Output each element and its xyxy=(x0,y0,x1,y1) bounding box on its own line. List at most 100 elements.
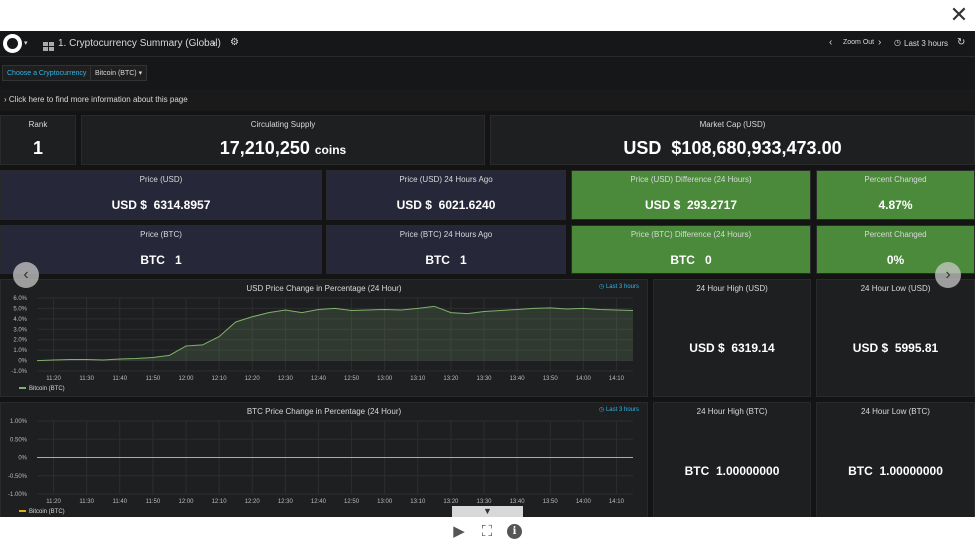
usd-price-change-panel[interactable]: USD Price Change in Percentage (24 Hour)… xyxy=(0,279,648,397)
x-tick-label: 13:20 xyxy=(443,499,459,505)
x-tick-label: 11:40 xyxy=(112,499,127,505)
series-area xyxy=(37,306,633,361)
close-icon[interactable]: ✕ xyxy=(948,4,970,26)
percent-changed-usd-value: 4.87% xyxy=(878,198,913,212)
previous-slide-arrow-icon[interactable]: ‹ xyxy=(13,262,39,288)
high-btc-panel[interactable]: 24 Hour High (BTC) BTC 1.00000000 xyxy=(653,402,811,517)
percent-changed-usd-panel[interactable]: Percent Changed 4.87% xyxy=(816,170,975,220)
price-usd-diff-panel[interactable]: Price (USD) Difference (24 Hours) USD $ … xyxy=(571,170,811,220)
price-usd-value: 6314.8957 xyxy=(153,198,211,212)
dashboard-title[interactable]: 1. Cryptocurrency Summary (Global) xyxy=(58,38,221,49)
circulating-supply-panel[interactable]: Circulating Supply 17,210,250 coins xyxy=(81,115,485,165)
price-usd-value-wrap: USD $ 6314.8957 xyxy=(1,198,321,212)
market-cap-panel[interactable]: Market Cap (USD) USD $108,680,933,473.00 xyxy=(490,115,975,165)
info-icon[interactable]: i xyxy=(507,524,522,539)
legend-label: Bitcoin (BTC) xyxy=(29,386,65,392)
rank-value: 1 xyxy=(32,138,43,158)
x-tick-label: 13:10 xyxy=(410,376,426,382)
price-btc-24h-panel[interactable]: Price (BTC) 24 Hours Ago BTC 1 xyxy=(326,225,566,274)
price-btc-diff-panel[interactable]: Price (BTC) Difference (24 Hours) BTC 0 xyxy=(571,225,811,274)
top-navbar: ▾ 1. Cryptocurrency Summary (Global) ▾ ⚙… xyxy=(0,31,975,57)
price-btc-diff-prefix: BTC xyxy=(670,253,695,267)
x-tick-label: 13:50 xyxy=(543,376,559,382)
price-usd-diff-value-wrap: USD $ 293.2717 xyxy=(572,198,810,212)
x-tick-label: 13:50 xyxy=(543,499,559,505)
y-tick-label: 0.50% xyxy=(10,437,28,443)
panel-title: Circulating Supply xyxy=(250,120,316,129)
collapse-toggle-chevron-icon[interactable]: ▼ xyxy=(452,506,523,517)
supply-value: 17,210,250 xyxy=(219,138,310,158)
high-usd-value-wrap: USD $ 6319.14 xyxy=(654,341,810,355)
x-tick-label: 13:30 xyxy=(476,499,492,505)
x-tick-label: 12:00 xyxy=(178,499,194,505)
x-tick-label: 14:00 xyxy=(576,376,592,382)
next-slide-arrow-icon[interactable]: › xyxy=(935,262,961,288)
x-tick-label: 12:20 xyxy=(245,376,261,382)
x-tick-label: 13:40 xyxy=(510,499,526,505)
low-btc-value: 1.00000000 xyxy=(879,464,943,478)
x-tick-label: 12:30 xyxy=(278,376,294,382)
refresh-icon[interactable]: ↻ xyxy=(957,37,965,48)
time-forward-chevron-icon[interactable]: › xyxy=(878,37,881,48)
settings-gear-icon[interactable]: ⚙ xyxy=(230,37,239,48)
x-tick-label: 11:30 xyxy=(79,499,94,505)
panel-title: Price (USD) Difference (24 Hours) xyxy=(630,175,752,184)
x-tick-label: 13:40 xyxy=(510,376,526,382)
dashboard-title-chevron-icon[interactable]: ▾ xyxy=(212,40,216,48)
high-usd-panel[interactable]: 24 Hour High (USD) USD $ 6319.14 xyxy=(653,279,811,397)
rank-panel[interactable]: Rank 1 xyxy=(0,115,76,165)
price-btc-value: 1 xyxy=(175,253,182,267)
y-tick-label: 2.0% xyxy=(13,338,27,344)
price-usd-24h-value: 6021.6240 xyxy=(438,198,496,212)
x-tick-label: 13:00 xyxy=(377,499,393,505)
x-tick-label: 11:20 xyxy=(46,499,61,505)
low-usd-panel[interactable]: 24 Hour Low (USD) USD $ 5995.81 xyxy=(816,279,975,397)
price-usd-24h-panel[interactable]: Price (USD) 24 Hours Ago USD $ 6021.6240 xyxy=(326,170,566,220)
low-usd-value-wrap: USD $ 5995.81 xyxy=(817,341,974,355)
low-btc-prefix: BTC xyxy=(848,464,873,478)
x-tick-label: 13:10 xyxy=(410,499,426,505)
price-usd-prefix: USD $ xyxy=(111,198,147,212)
x-tick-label: 13:30 xyxy=(476,376,492,382)
price-btc-diff-value: 0 xyxy=(705,253,712,267)
y-tick-label: 4.0% xyxy=(13,317,27,323)
price-btc-panel[interactable]: Price (BTC) BTC 1 xyxy=(0,225,322,274)
high-btc-value-wrap: BTC 1.00000000 xyxy=(654,464,810,478)
panel-title: 24 Hour Low (BTC) xyxy=(861,407,930,416)
zoom-out-button[interactable]: Zoom Out xyxy=(843,39,874,46)
y-tick-label: -1.0% xyxy=(11,369,27,375)
high-btc-prefix: BTC xyxy=(684,464,710,478)
fullscreen-icon[interactable]: ⛶ xyxy=(479,524,495,540)
y-tick-label: 6.0% xyxy=(13,296,27,302)
x-tick-label: 12:40 xyxy=(311,499,327,505)
x-tick-label: 11:30 xyxy=(79,376,94,382)
x-tick-label: 13:00 xyxy=(377,376,393,382)
grafana-logo-icon[interactable] xyxy=(3,34,22,53)
market-cap-value-wrap: USD $108,680,933,473.00 xyxy=(491,138,974,159)
x-tick-label: 14:10 xyxy=(609,499,625,505)
market-cap-value: $108,680,933,473.00 xyxy=(671,138,842,158)
x-tick-label: 11:50 xyxy=(146,499,161,505)
dashboard-grid-icon xyxy=(43,39,54,51)
supply-value-wrap: 17,210,250 coins xyxy=(82,138,484,159)
low-btc-panel[interactable]: 24 Hour Low (BTC) BTC 1.00000000 xyxy=(816,402,975,517)
x-tick-label: 14:00 xyxy=(576,499,592,505)
time-range-picker[interactable]: Last 3 hours xyxy=(904,39,948,48)
panel-title: Percent Changed xyxy=(864,230,927,239)
supply-unit: coins xyxy=(314,143,347,157)
x-tick-label: 12:50 xyxy=(344,499,360,505)
usd-chart-svg: 6.0% 5.0% 4.0% 3.0% 2.0% 1.0% 0% -1.0% 11:20 11:3… xyxy=(11,296,634,392)
price-usd-panel[interactable]: Price (USD) USD $ 6314.8957 xyxy=(0,170,322,220)
chevron-right-icon: › xyxy=(4,95,7,104)
cryptocurrency-dropdown[interactable]: Bitcoin (BTC) ▾ xyxy=(90,65,148,81)
play-icon[interactable]: ▶ xyxy=(451,524,467,540)
x-tick-label: 11:20 xyxy=(46,376,61,382)
time-back-chevron-icon[interactable]: ‹ xyxy=(829,37,832,48)
x-tick-label: 12:50 xyxy=(344,376,360,382)
btc-price-change-panel[interactable]: BTC Price Change in Percentage (24 Hour)… xyxy=(0,402,648,517)
x-tick-label: 12:30 xyxy=(278,499,294,505)
panel-title: Percent Changed xyxy=(864,175,927,184)
logo-chevron-icon[interactable]: ▾ xyxy=(24,39,28,47)
info-row-collapse[interactable]: › Click here to find more information ab… xyxy=(0,89,975,111)
y-tick-label: 1.0% xyxy=(13,348,27,354)
